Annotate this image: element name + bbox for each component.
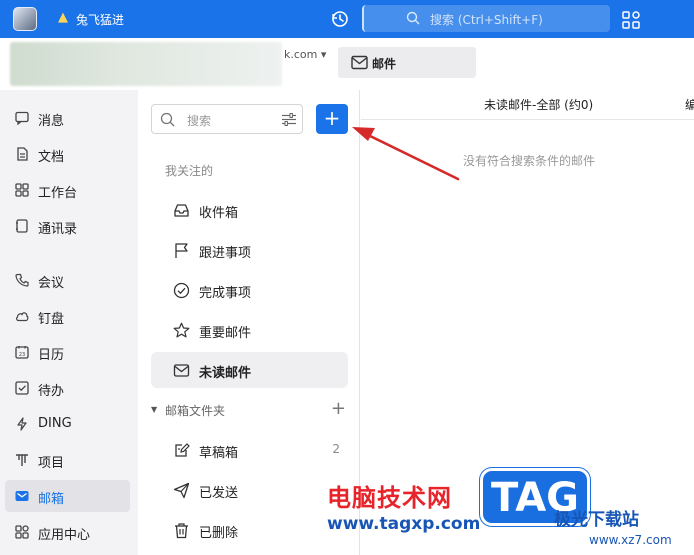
watermark-cn-text: 电脑技术网 <box>327 484 452 512</box>
todo-icon <box>15 381 29 395</box>
apps-grid-icon[interactable] <box>621 10 641 30</box>
cloud-icon <box>16 312 29 322</box>
nav-label: 应用中心 <box>38 528 91 543</box>
folder-item-completed[interactable]: 完成事项 <box>151 272 348 308</box>
folder-item-important[interactable]: 重要邮件 <box>151 312 348 348</box>
mailbox-folders-label: 邮箱文件夹 <box>165 404 226 418</box>
nav-label: 邮箱 <box>38 492 65 507</box>
folder-label: 重要邮件 <box>199 326 252 341</box>
folder-label: 已删除 <box>199 526 239 541</box>
mail-icon <box>15 491 29 501</box>
nav-item-docs[interactable]: 文档 <box>5 138 130 170</box>
add-folder-icon[interactable]: + <box>331 398 346 419</box>
mail-list-title[interactable]: 未读邮件-全部 (约0) <box>484 96 593 113</box>
folder-label: 收件箱 <box>199 206 239 221</box>
nav-item-workbench[interactable]: 工作台 <box>5 174 130 206</box>
trash-icon <box>175 523 188 539</box>
nav-item-todo[interactable]: 待办 <box>5 372 130 404</box>
nav-label: 消息 <box>38 114 65 129</box>
watermark-url: www.tagxp.com <box>327 514 481 534</box>
nav-item-projects[interactable]: 项目 <box>5 444 130 476</box>
folder-search-input[interactable]: 搜索 <box>151 104 303 134</box>
mail-list-header: 未读邮件-全部 (约0) 编 <box>361 90 694 120</box>
calendar-icon: 23 <box>15 346 29 359</box>
folder-label: 跟进事项 <box>199 246 252 261</box>
nav-item-messages[interactable]: 消息 <box>5 102 130 134</box>
left-nav: 消息 文档 工作台 通讯录 会议 钉盘 23 日历 待办 DING 项目 邮箱 … <box>0 90 138 555</box>
flag-icon <box>175 243 188 258</box>
account-header-blurred[interactable] <box>10 42 282 86</box>
inbox-icon <box>174 204 189 217</box>
folder-item-deleted[interactable]: 已删除 <box>151 512 348 548</box>
nav-item-drive[interactable]: 钉盘 <box>5 300 130 332</box>
folder-item-unread[interactable]: 未读邮件 <box>151 352 348 388</box>
workbench-icon <box>15 183 29 197</box>
nav-label: 会议 <box>38 276 65 291</box>
watermark-domain: www.xz7.com <box>589 533 672 547</box>
tab-mail[interactable]: 邮件 <box>338 47 476 78</box>
folder-item-drafts[interactable]: 草稿箱 2 <box>151 432 348 468</box>
history-icon[interactable] <box>330 9 350 29</box>
nav-label: 项目 <box>38 456 65 471</box>
project-icon <box>16 454 28 466</box>
nav-item-calendar[interactable]: 23 日历 <box>5 336 130 368</box>
compose-button[interactable]: + <box>316 104 348 134</box>
draft-count-badge: 2 <box>332 442 340 456</box>
svg-text:23: 23 <box>19 352 25 358</box>
folder-label: 已发送 <box>199 486 239 501</box>
mailbox-folders-header[interactable]: ▼ 邮箱文件夹 + <box>151 398 348 422</box>
send-icon <box>173 482 190 499</box>
edit-button[interactable]: 编 <box>685 96 694 113</box>
nav-item-ding[interactable]: DING <box>5 408 130 440</box>
section-heading-followed: 我关注的 <box>165 164 214 178</box>
tab-mail-label: 邮件 <box>372 57 397 71</box>
folder-item-inbox[interactable]: 收件箱 <box>151 192 348 228</box>
folder-item-follow-up[interactable]: 跟进事项 <box>151 232 348 268</box>
account-domain[interactable]: k.com ▾ <box>284 48 326 61</box>
contacts-icon <box>16 219 28 233</box>
star-icon <box>173 322 190 338</box>
folder-label: 未读邮件 <box>199 366 252 381</box>
nav-label: 通讯录 <box>38 222 78 237</box>
envelope-icon <box>173 364 190 377</box>
nav-item-meetings[interactable]: 会议 <box>5 264 130 296</box>
top-bar: ▲ 兔飞猛进 搜索 (Ctrl+Shift+F) <box>0 0 694 38</box>
nav-item-mail[interactable]: 邮箱 <box>5 480 130 512</box>
app-logo[interactable] <box>13 7 37 31</box>
nav-label: 钉盘 <box>38 312 65 327</box>
global-search-placeholder: 搜索 (Ctrl+Shift+F) <box>430 13 543 27</box>
org-icon: ▲ <box>58 10 68 25</box>
envelope-icon <box>351 55 368 70</box>
nav-item-contacts[interactable]: 通讯录 <box>5 210 130 242</box>
check-circle-icon <box>173 282 190 299</box>
nav-item-app-center[interactable]: 应用中心 <box>5 516 130 548</box>
lightning-icon <box>17 417 27 431</box>
nav-label: 待办 <box>38 384 65 399</box>
phone-icon <box>15 273 29 287</box>
nav-label: 文档 <box>38 150 65 165</box>
org-name[interactable]: 兔飞猛进 <box>76 11 124 28</box>
caret-down-icon[interactable]: ▼ <box>151 405 157 414</box>
nav-label: 日历 <box>38 348 65 363</box>
folder-label: 草稿箱 <box>199 446 239 461</box>
app-center-icon <box>15 525 29 539</box>
empty-state-message: 没有符合搜索条件的邮件 <box>463 154 596 168</box>
message-icon <box>15 111 29 125</box>
global-search-input[interactable]: 搜索 (Ctrl+Shift+F) <box>362 5 610 32</box>
search-icon <box>160 112 175 127</box>
draft-icon <box>175 443 190 457</box>
document-icon <box>17 147 28 161</box>
watermark-site-name: 极光下载站 <box>554 510 639 530</box>
folder-search-placeholder: 搜索 <box>187 114 212 128</box>
nav-label: 工作台 <box>38 186 78 201</box>
folder-label: 完成事项 <box>199 286 252 301</box>
nav-label: DING <box>38 416 72 431</box>
search-icon <box>406 11 420 25</box>
filter-icon[interactable] <box>282 113 296 126</box>
folder-item-sent[interactable]: 已发送 <box>151 472 348 508</box>
